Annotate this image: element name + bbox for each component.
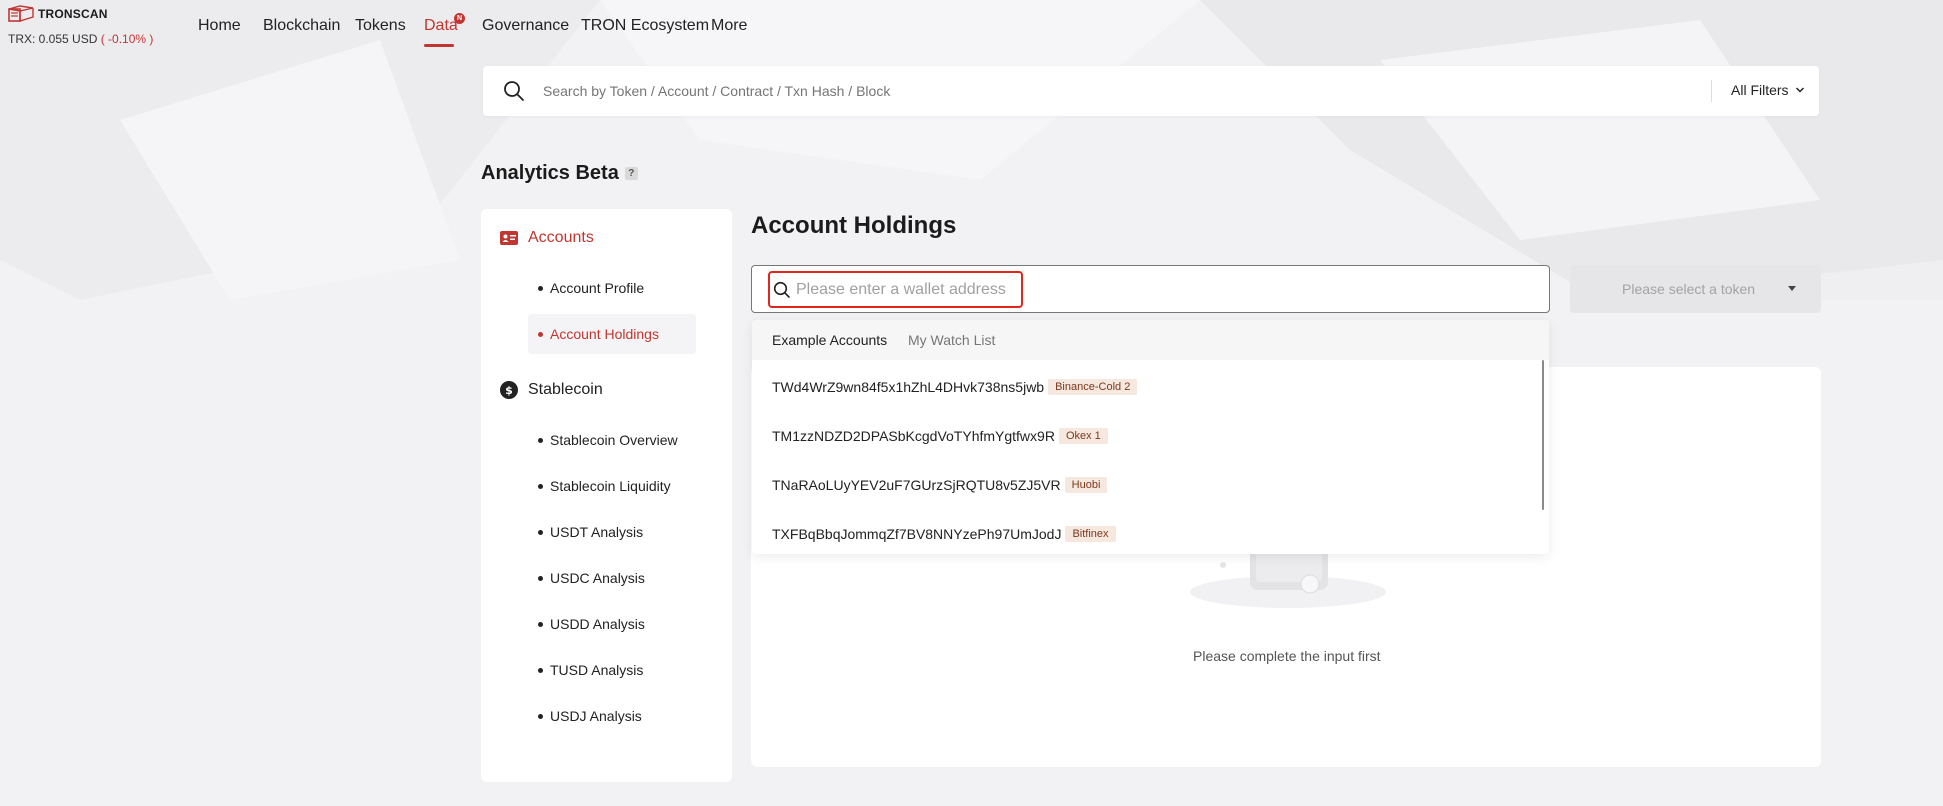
trx-price: TRX: 0.055 USD ( -0.10% ) [8, 32, 153, 46]
trx-price-change: ( -0.10% ) [100, 32, 154, 46]
global-search-input[interactable] [543, 83, 1643, 99]
bullet [538, 575, 543, 581]
background-pattern [0, 0, 1943, 300]
sidebar-section-label: Stablecoin [528, 381, 603, 398]
sidebar-item-stablecoin-liquidity[interactable]: Stablecoin Liquidity [528, 466, 696, 506]
sidebar-item-tusd-analysis[interactable]: TUSD Analysis [528, 650, 696, 690]
sidebar-item-label: USDJ Analysis [550, 708, 642, 724]
sidebar-item-account-holdings[interactable]: Account Holdings [528, 314, 696, 354]
nav-data[interactable]: Data [424, 17, 458, 35]
sidebar-item-usdt-analysis[interactable]: USDT Analysis [528, 512, 696, 552]
bullet [538, 713, 543, 719]
caret-down-icon [1788, 286, 1796, 291]
account-address: TWd4WrZ9wn84f5x1hZhL4DHvk738ns5jwb [772, 379, 1045, 395]
all-filters-dropdown[interactable]: All Filters [1731, 82, 1805, 98]
sidebar-section-accounts[interactable]: Accounts [500, 229, 594, 247]
trx-price-value: TRX: 0.055 USD [8, 32, 98, 46]
nav-tokens[interactable]: Tokens [355, 17, 406, 35]
nav-blockchain[interactable]: Blockchain [263, 17, 340, 35]
chevron-down-icon [1795, 87, 1804, 93]
tab-my-watch-list[interactable]: My Watch List [908, 332, 995, 348]
global-search: All Filters [483, 66, 1819, 116]
logo-text: TRONSCAN [38, 7, 108, 21]
sidebar-item-stablecoin-overview[interactable]: Stablecoin Overview [528, 420, 696, 460]
account-address: TXFBqBbqJommqZf7BV8NNYzePh97UmJodJ [772, 526, 1062, 542]
nav-governance[interactable]: Governance [482, 17, 569, 35]
bullet [538, 331, 543, 337]
token-select-placeholder: Please select a token [1622, 281, 1756, 297]
page-title-text: Analytics Beta [481, 162, 619, 184]
sidebar-item-label: USDD Analysis [550, 616, 645, 632]
section-title: Account Holdings [751, 212, 957, 239]
bullet [538, 621, 543, 627]
sidebar-item-label: USDT Analysis [550, 524, 644, 540]
example-account-item[interactable]: TXFBqBbqJommqZf7BV8NNYzePh97UmJodJ Bitfi… [772, 522, 1116, 546]
account-tag: Huobi [1064, 477, 1108, 493]
example-account-item[interactable]: TM1zzNDZD2DPASbKcgdVoTYhfmYgtfwx9R Okex … [772, 424, 1108, 448]
svg-text:$: $ [505, 384, 513, 397]
page-title: Analytics Beta ? [481, 162, 638, 185]
dropdown-scrollbar[interactable] [1542, 360, 1544, 510]
sidebar-item-usdj-analysis[interactable]: USDJ Analysis [528, 696, 696, 736]
search-icon [504, 81, 524, 101]
example-accounts-dropdown: Example Accounts My Watch List TWd4WrZ9w… [752, 320, 1549, 554]
sidebar-item-label: Stablecoin Overview [550, 432, 678, 448]
nav-data-badge: N [454, 13, 465, 24]
sidebar-item-label: USDC Analysis [550, 570, 645, 586]
search-divider [1711, 80, 1712, 102]
bullet [538, 483, 543, 489]
sidebar-section-label: Accounts [528, 229, 594, 246]
nav-active-underline [424, 44, 454, 47]
account-address: TNaRAoLUyYEV2uF7GUrzSjRQTU8v5ZJ5VR [772, 477, 1061, 493]
empty-state-text: Please complete the input first [1193, 648, 1381, 664]
token-select[interactable]: Please select a token [1570, 265, 1821, 313]
bullet [538, 437, 543, 443]
wallet-address-placeholder: Please enter a wallet address [796, 281, 1006, 298]
tab-example-accounts[interactable]: Example Accounts [772, 332, 887, 348]
bullet [538, 667, 543, 673]
sidebar-section-stablecoin[interactable]: $ Stablecoin [500, 381, 603, 399]
wallet-address-input[interactable]: Please enter a wallet address [768, 271, 1023, 308]
sidebar-item-usdd-analysis[interactable]: USDD Analysis [528, 604, 696, 644]
tronscan-logo-icon [8, 5, 34, 22]
sidebar-item-account-profile[interactable]: Account Profile [528, 268, 696, 308]
account-address: TM1zzNDZD2DPASbKcgdVoTYhfmYgtfwx9R [772, 428, 1055, 444]
all-filters-label: All Filters [1731, 82, 1789, 98]
search-icon [773, 281, 790, 298]
sidebar-item-usdc-analysis[interactable]: USDC Analysis [528, 558, 696, 598]
id-card-icon [500, 231, 518, 245]
dropdown-tabs: Example Accounts My Watch List [752, 320, 1549, 360]
sidebar-item-label: Account Profile [550, 280, 645, 296]
sidebar-item-label: Account Holdings [550, 326, 659, 342]
account-tag: Bitfinex [1065, 526, 1116, 542]
sidebar-item-label: Stablecoin Liquidity [550, 478, 671, 494]
nav-more[interactable]: More [711, 17, 747, 35]
dollar-icon: $ [500, 381, 518, 399]
sidebar-item-label: TUSD Analysis [550, 662, 644, 678]
nav-home[interactable]: Home [198, 17, 241, 35]
example-account-item[interactable]: TNaRAoLUyYEV2uF7GUrzSjRQTU8v5ZJ5VR Huobi [772, 473, 1108, 497]
help-icon[interactable]: ? [624, 167, 638, 180]
account-tag: Binance-Cold 2 [1048, 379, 1138, 395]
bullet [538, 285, 543, 291]
account-tag: Okex 1 [1058, 428, 1108, 444]
tronscan-logo[interactable]: TRONSCAN [8, 5, 108, 23]
example-account-item[interactable]: TWd4WrZ9wn84f5x1hZhL4DHvk738ns5jwb Binan… [772, 375, 1138, 399]
bullet [538, 529, 543, 535]
nav-tron-ecosystem[interactable]: TRON Ecosystem [581, 17, 709, 35]
